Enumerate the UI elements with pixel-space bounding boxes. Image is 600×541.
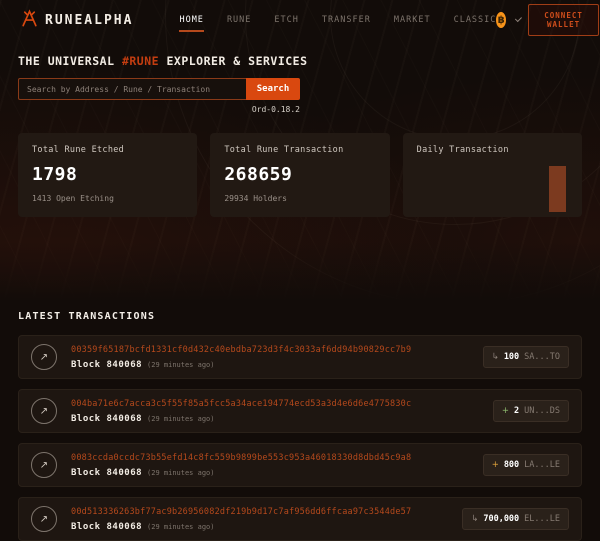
tx-link-circle[interactable]: ↗ bbox=[31, 398, 57, 424]
stats-row: Total Rune Etched 1798 1413 Open Etching… bbox=[18, 133, 582, 217]
badge-amount: 100 bbox=[504, 352, 519, 362]
badge-rune-name: EL...LE bbox=[524, 514, 560, 524]
page-title: THE UNIVERSAL #RUNE EXPLORER & SERVICES bbox=[18, 54, 582, 68]
section-heading: LATEST TRANSACTIONS bbox=[18, 311, 582, 322]
daily-transaction-bar bbox=[549, 166, 566, 212]
tx-rune-badge[interactable]: ↳ 100 SA...TO bbox=[483, 346, 569, 368]
stat-value: 268659 bbox=[224, 164, 375, 185]
tx-block: Block 840068 bbox=[71, 414, 142, 424]
tx-hash[interactable]: 004ba71e6c7acca3c5f55f85a5fcc5a34ace1947… bbox=[71, 399, 411, 409]
nav-item-rune[interactable]: RUNE bbox=[227, 8, 251, 32]
tx-hash[interactable]: 00359f65187bcfd1331cf0d432c40ebdba723d3f… bbox=[71, 345, 411, 355]
badge-amount: 700,000 bbox=[483, 514, 519, 524]
transaction-row[interactable]: ↗ 0083ccda0ccdc73b55efd14c8fc559b9899be5… bbox=[18, 443, 582, 487]
search-button[interactable]: Search bbox=[246, 78, 300, 100]
transaction-row[interactable]: ↗ 00d513336263bf77ac9b26956082df219b9d17… bbox=[18, 497, 582, 541]
nav-item-transfer[interactable]: TRANSFER bbox=[322, 8, 371, 32]
mint-plus-icon: + bbox=[492, 460, 499, 470]
chevron-down-icon[interactable] bbox=[515, 15, 522, 22]
latest-transactions-section: LATEST TRANSACTIONS ↗ 00359f65187bcfd133… bbox=[18, 311, 582, 541]
nav-item-market[interactable]: MARKET bbox=[394, 8, 431, 32]
transfer-arrow-icon: ↳ bbox=[492, 352, 499, 362]
stat-subtext: 29934 Holders bbox=[224, 194, 375, 203]
tx-info: 00d513336263bf77ac9b26956082df219b9d17c7… bbox=[71, 507, 411, 532]
title-highlight: #RUNE bbox=[122, 54, 159, 68]
transaction-row[interactable]: ↗ 00359f65187bcfd1331cf0d432c40ebdba723d… bbox=[18, 335, 582, 379]
tx-info: 004ba71e6c7acca3c5f55f85a5fcc5a34ace1947… bbox=[71, 399, 411, 424]
stat-title: Total Rune Etched bbox=[32, 145, 183, 155]
tx-time-ago: (29 minutes ago) bbox=[147, 469, 214, 477]
hero-section: THE UNIVERSAL #RUNE EXPLORER & SERVICES … bbox=[0, 54, 600, 114]
nav-item-classic[interactable]: CLASSIC bbox=[454, 8, 497, 32]
badge-amount: 2 bbox=[514, 406, 519, 416]
stat-subtext: 1413 Open Etching bbox=[32, 194, 183, 203]
arrow-up-right-icon: ↗ bbox=[40, 406, 48, 417]
tx-block: Block 840068 bbox=[71, 360, 142, 370]
stat-card-total-rune-etched: Total Rune Etched 1798 1413 Open Etching bbox=[18, 133, 197, 217]
transactions-list: ↗ 00359f65187bcfd1331cf0d432c40ebdba723d… bbox=[18, 335, 582, 541]
tx-rune-badge[interactable]: + 800 LA...LE bbox=[483, 454, 569, 476]
tx-block: Block 840068 bbox=[71, 468, 142, 478]
tx-info: 00359f65187bcfd1331cf0d432c40ebdba723d3f… bbox=[71, 345, 411, 370]
arrow-up-right-icon: ↗ bbox=[40, 352, 48, 363]
brand-logo[interactable]: RUNEALPHA bbox=[20, 9, 133, 32]
mint-plus-icon: + bbox=[502, 406, 509, 416]
tx-time-ago: (29 minutes ago) bbox=[147, 361, 214, 369]
title-suffix: EXPLORER & SERVICES bbox=[159, 54, 307, 68]
runealpha-logo-icon bbox=[20, 9, 39, 32]
transfer-arrow-icon: ↳ bbox=[471, 514, 478, 524]
brand-name: RUNEALPHA bbox=[45, 13, 133, 28]
badge-rune-name: UN...DS bbox=[524, 406, 560, 416]
tx-info: 0083ccda0ccdc73b55efd14c8fc559b9899be553… bbox=[71, 453, 411, 478]
ord-version-label: Ord-0.18.2 bbox=[18, 105, 300, 114]
badge-rune-name: SA...TO bbox=[524, 352, 560, 362]
tx-link-circle[interactable]: ↗ bbox=[31, 452, 57, 478]
nav-item-etch[interactable]: ETCH bbox=[274, 8, 298, 32]
tx-rune-badge[interactable]: + 2 UN...DS bbox=[493, 400, 569, 422]
tx-hash[interactable]: 0083ccda0ccdc73b55efd14c8fc559b9899be553… bbox=[71, 453, 411, 463]
navbar: RUNEALPHA HOME RUNE ETCH TRANSFER MARKET… bbox=[0, 0, 600, 40]
texture-fade bbox=[0, 242, 600, 302]
transaction-row[interactable]: ↗ 004ba71e6c7acca3c5f55f85a5fcc5a34ace19… bbox=[18, 389, 582, 433]
arrow-up-right-icon: ↗ bbox=[40, 460, 48, 471]
tx-link-circle[interactable]: ↗ bbox=[31, 344, 57, 370]
search-bar: Search bbox=[18, 78, 300, 100]
stat-title: Total Rune Transaction bbox=[224, 145, 375, 155]
nav-item-home[interactable]: HOME bbox=[179, 8, 203, 32]
tx-meta: Block 840068 (29 minutes ago) bbox=[71, 468, 411, 478]
title-prefix: THE UNIVERSAL bbox=[18, 54, 122, 68]
tx-hash[interactable]: 00d513336263bf77ac9b26956082df219b9d17c7… bbox=[71, 507, 411, 517]
search-input[interactable] bbox=[18, 78, 246, 100]
connect-wallet-button[interactable]: CONNECT WALLET bbox=[528, 4, 599, 36]
badge-amount: 800 bbox=[504, 460, 519, 470]
badge-rune-name: LA...LE bbox=[524, 460, 560, 470]
arrow-up-right-icon: ↗ bbox=[40, 514, 48, 525]
nav-menu: HOME RUNE ETCH TRANSFER MARKET CLASSIC bbox=[179, 8, 496, 32]
stat-value: 1798 bbox=[32, 164, 183, 185]
stat-title: Daily Transaction bbox=[417, 145, 568, 155]
tx-time-ago: (29 minutes ago) bbox=[147, 415, 214, 423]
tx-meta: Block 840068 (29 minutes ago) bbox=[71, 414, 411, 424]
tx-link-circle[interactable]: ↗ bbox=[31, 506, 57, 532]
tx-meta: Block 840068 (29 minutes ago) bbox=[71, 360, 411, 370]
stat-card-total-rune-transaction: Total Rune Transaction 268659 29934 Hold… bbox=[210, 133, 389, 217]
nav-right-cluster: ฿ CONNECT WALLET bbox=[496, 4, 599, 36]
bitcoin-icon[interactable]: ฿ bbox=[496, 12, 506, 28]
stat-card-daily-transaction: Daily Transaction bbox=[403, 133, 582, 217]
